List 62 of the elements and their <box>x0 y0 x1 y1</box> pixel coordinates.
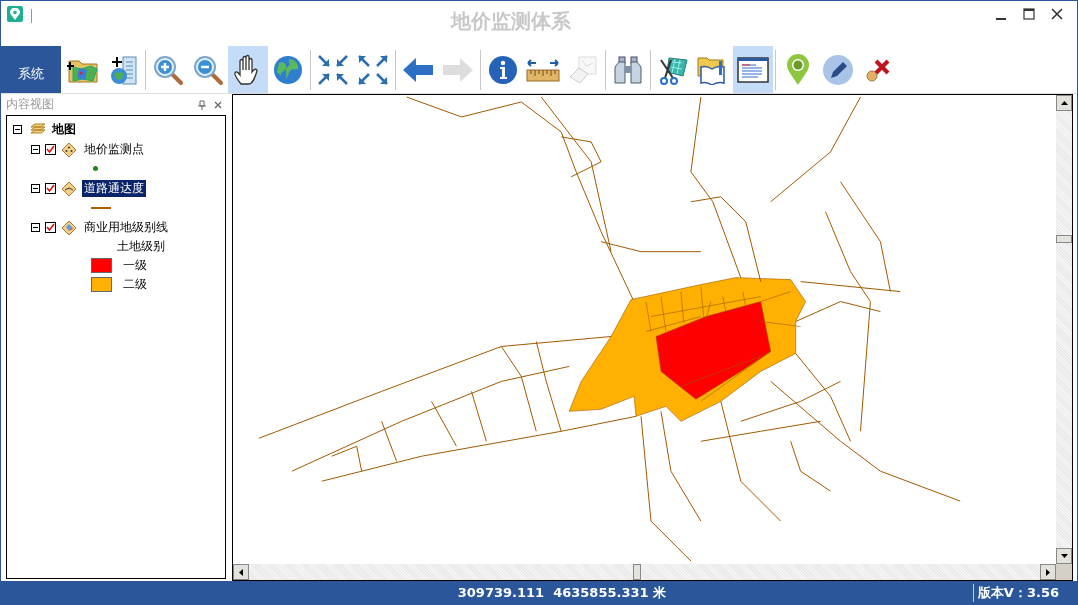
line-layer-icon <box>61 180 77 197</box>
zoom-out-icon <box>192 53 224 86</box>
layer-checkbox[interactable] <box>45 144 56 155</box>
layer-checkbox[interactable] <box>45 222 56 233</box>
check-icon <box>46 223 55 232</box>
info-icon <box>488 54 518 85</box>
maximize-icon <box>1023 8 1035 20</box>
legend-label: 一级 <box>122 257 148 274</box>
layer-label[interactable]: 地价监测点 <box>82 141 146 158</box>
zoom-in-icon <box>152 53 184 86</box>
expand-arrows-icon <box>358 54 388 85</box>
system-menu-button[interactable]: 系统 <box>1 46 61 93</box>
minus-icon <box>15 127 20 132</box>
collapse-toggle[interactable] <box>31 184 40 193</box>
collapse-arrows-icon <box>318 54 348 85</box>
check-icon <box>46 184 55 193</box>
pin-icon <box>198 99 206 110</box>
horizontal-scrollbar[interactable] <box>233 564 1056 580</box>
scroll-left-button[interactable] <box>233 564 249 580</box>
left-arrow-icon <box>239 568 243 576</box>
down-arrow-icon <box>1060 554 1068 558</box>
right-arrow-icon <box>1046 568 1050 576</box>
left-arrow-icon <box>402 56 434 83</box>
scroll-thumb[interactable] <box>633 564 641 580</box>
close-icon <box>1051 8 1063 20</box>
collapse-toggle[interactable] <box>31 223 40 232</box>
scroll-up-button[interactable] <box>1056 95 1072 111</box>
point-layer-icon <box>61 141 77 158</box>
minus-icon <box>33 186 38 191</box>
collapse-toggle[interactable] <box>13 125 22 134</box>
globe-icon <box>273 54 303 85</box>
version-label: 版本V：3.56 <box>972 584 1077 602</box>
eraser-icon <box>568 54 598 85</box>
minus-icon <box>33 147 38 152</box>
right-arrow-icon <box>442 56 474 83</box>
window-list-icon <box>737 56 769 83</box>
minus-icon <box>33 225 38 230</box>
layer-checkbox[interactable] <box>45 183 56 194</box>
vertical-scrollbar[interactable] <box>1056 95 1072 564</box>
minimize-icon <box>996 17 1006 20</box>
ruler-icon <box>526 56 560 83</box>
scrollbar-corner <box>1056 564 1072 580</box>
check-icon <box>46 145 55 154</box>
location-pin-icon <box>786 53 810 86</box>
toolbar-button[interactable] <box>733 46 773 93</box>
toolbar-button[interactable] <box>228 46 268 93</box>
polygon-layer-icon <box>61 219 77 236</box>
collapse-toggle[interactable] <box>31 145 40 154</box>
layer-label[interactable]: 道路通达度 <box>82 180 146 197</box>
tree-node-label[interactable]: 地图 <box>50 121 78 138</box>
coordinates-readout: 309739.111 4635855.331 米 <box>456 584 668 602</box>
close-icon <box>214 100 222 109</box>
scroll-down-button[interactable] <box>1056 548 1072 564</box>
scroll-right-button[interactable] <box>1040 564 1056 580</box>
layer-label[interactable]: 商业用地级别线 <box>82 219 170 236</box>
scroll-thumb[interactable] <box>1056 235 1072 243</box>
up-arrow-icon <box>1060 101 1068 105</box>
binoculars-icon <box>612 54 644 85</box>
panel-title: 内容视图 <box>6 96 55 113</box>
legend-heading: 土地级别 <box>116 238 166 255</box>
pencil-icon <box>822 53 854 86</box>
legend-label: 二级 <box>122 276 148 293</box>
